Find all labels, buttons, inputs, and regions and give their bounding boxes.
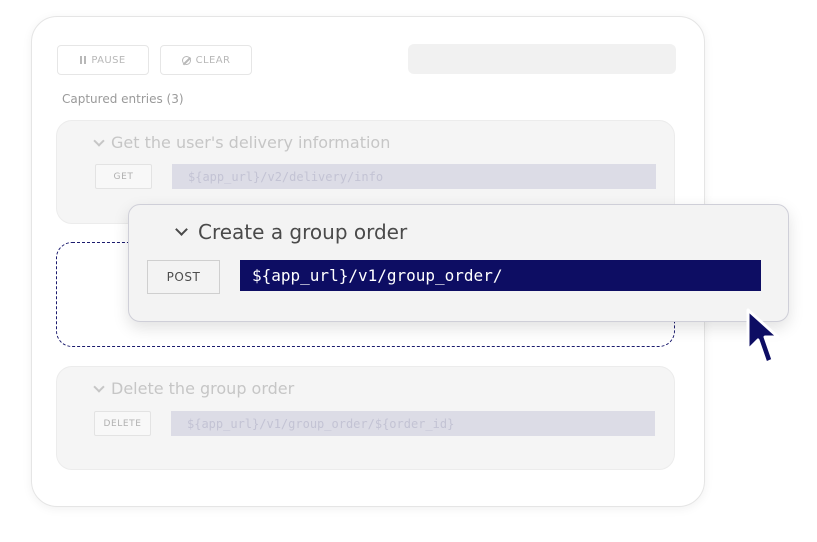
method-badge: DELETE <box>94 411 151 436</box>
chevron-down-icon <box>93 380 105 393</box>
url-field[interactable]: ${app_url}/v2/delivery/info <box>172 164 656 189</box>
entry-title: Create a group order <box>198 220 408 244</box>
pause-icon <box>80 56 87 64</box>
entry-card[interactable]: Delete the group order DELETE ${app_url}… <box>56 366 675 470</box>
method-badge: GET <box>95 164 152 189</box>
entry-title: Get the user's delivery information <box>111 133 391 152</box>
chevron-down-icon <box>93 134 105 147</box>
entry-header[interactable]: Get the user's delivery information <box>93 133 391 152</box>
chevron-down-icon <box>175 223 188 236</box>
block-icon <box>181 55 191 65</box>
mouse-pointer-icon <box>746 308 780 365</box>
pause-button-label: PAUSE <box>91 54 126 66</box>
url-field[interactable]: ${app_url}/v1/group_order/ <box>240 260 761 291</box>
captured-entries-label: Captured entries (3) <box>62 92 184 106</box>
method-badge: POST <box>147 260 220 294</box>
entry-header[interactable]: Delete the group order <box>93 379 295 398</box>
clear-button[interactable]: CLEAR <box>160 45 252 75</box>
clear-button-label: CLEAR <box>195 54 231 66</box>
dragged-entry-card[interactable]: Create a group order POST ${app_url}/v1/… <box>128 204 789 322</box>
pause-button[interactable]: PAUSE <box>57 45 149 75</box>
entry-title: Delete the group order <box>111 379 295 398</box>
url-field[interactable]: ${app_url}/v1/group_order/${order_id} <box>171 411 655 436</box>
entry-header[interactable]: Create a group order <box>175 220 408 244</box>
search-input[interactable] <box>408 44 676 74</box>
